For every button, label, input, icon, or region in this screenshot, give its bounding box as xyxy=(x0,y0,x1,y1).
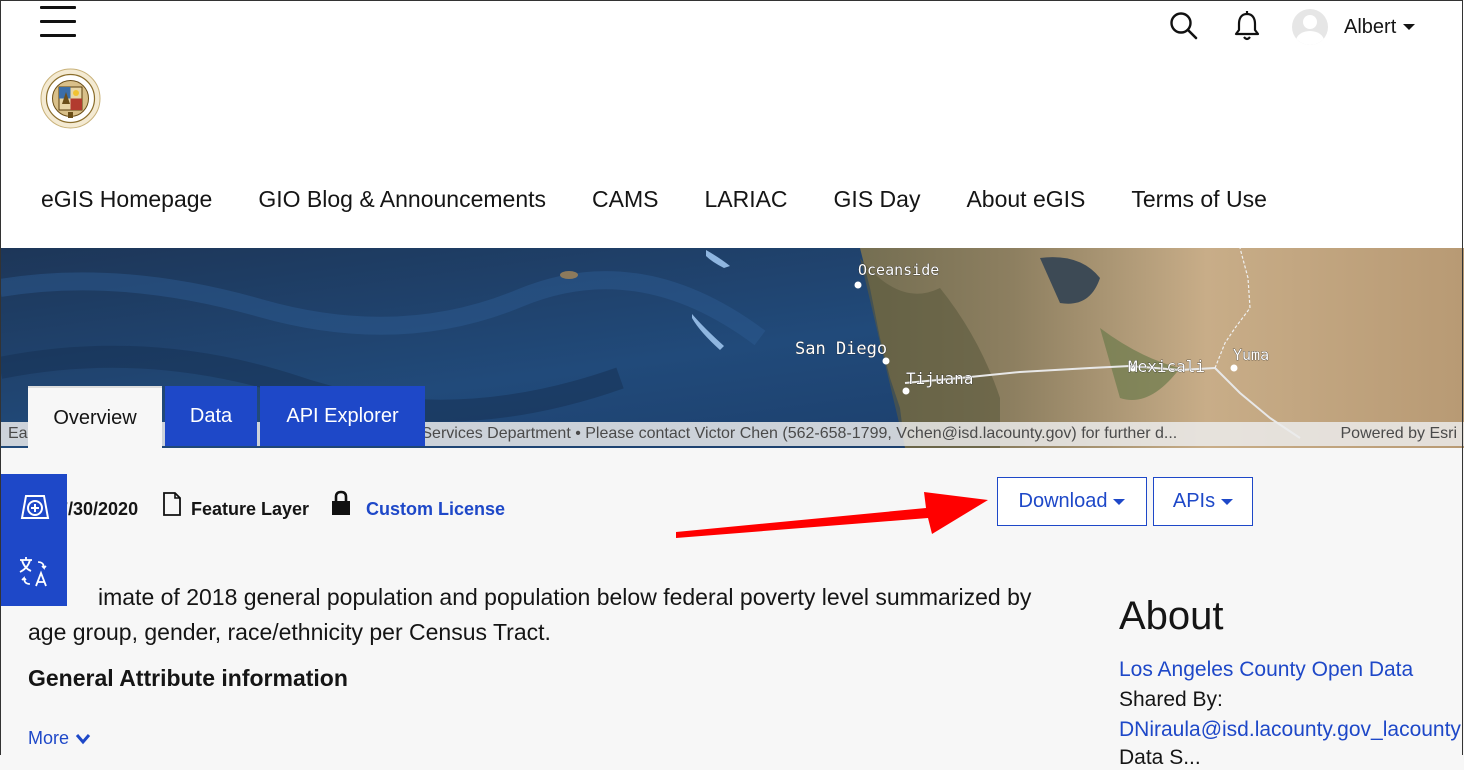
chevron-down-icon xyxy=(75,733,91,744)
chevron-down-icon xyxy=(1403,24,1416,30)
powered-by-esri[interactable]: Powered by Esri xyxy=(1341,422,1458,446)
avatar xyxy=(1292,9,1328,45)
about-title: About xyxy=(1119,594,1224,638)
nav-about-egis[interactable]: About eGIS xyxy=(966,186,1085,213)
nav-terms-of-use[interactable]: Terms of Use xyxy=(1131,186,1266,213)
main-nav: eGIS Homepage GIO Blog & Announcements C… xyxy=(41,186,1313,213)
shared-by-user-link[interactable]: DNiraula@isd.lacounty.gov_lacounty xyxy=(1119,718,1461,742)
chevron-down-icon xyxy=(1221,498,1234,505)
side-toolbar xyxy=(0,474,67,606)
general-attribute-heading: General Attribute information xyxy=(28,665,348,691)
nav-egis-homepage[interactable]: eGIS Homepage xyxy=(41,186,212,213)
translate-icon[interactable] xyxy=(14,552,54,592)
nav-gis-day[interactable]: GIS Day xyxy=(834,186,921,213)
more-link-label: More xyxy=(28,728,70,748)
chevron-down-icon xyxy=(1113,498,1126,505)
more-link[interactable]: More xyxy=(28,728,91,749)
map-label-san-diego: San Diego xyxy=(795,339,887,359)
about-org-link[interactable]: Los Angeles County Open Data xyxy=(1119,658,1413,682)
county-seal-logo[interactable] xyxy=(40,68,101,129)
apis-button[interactable]: APIs xyxy=(1153,477,1253,526)
nav-lariac[interactable]: LARIAC xyxy=(704,186,787,213)
add-to-map-icon[interactable] xyxy=(14,488,54,528)
tab-overview[interactable]: Overview xyxy=(28,386,162,448)
item-type: Feature Layer xyxy=(191,499,310,519)
description-line-1: imate of 2018 general population and pop… xyxy=(98,584,1032,610)
hamburger-menu-icon[interactable] xyxy=(40,6,76,40)
annotation-arrow xyxy=(670,488,1000,548)
nav-gio-blog[interactable]: GIO Blog & Announcements xyxy=(258,186,546,213)
search-icon[interactable] xyxy=(1168,10,1200,42)
description-line-2: age group, gender, race/ethnicity per Ce… xyxy=(28,619,551,645)
lock-icon xyxy=(331,490,351,516)
download-button-label: Download xyxy=(1018,490,1108,512)
apis-button-label: APIs xyxy=(1172,490,1216,512)
about-next-label: Data S... xyxy=(1119,746,1201,769)
document-icon xyxy=(162,491,182,517)
site-header: Albert eGIS Homepage GIO Blog & Announce… xyxy=(0,0,1464,248)
updated-date: 7/30/2020 xyxy=(58,499,139,519)
download-button[interactable]: Download xyxy=(997,477,1147,526)
user-name: Albert xyxy=(1344,15,1397,38)
notifications-bell-icon[interactable] xyxy=(1232,10,1262,42)
user-menu[interactable]: Albert xyxy=(1292,8,1416,46)
custom-license-link[interactable]: Custom License xyxy=(366,499,505,520)
tab-data[interactable]: Data xyxy=(165,386,257,446)
description: imate of 2018 general population and pop… xyxy=(28,580,1068,650)
map-label-tijuana: Tijuana xyxy=(906,369,973,388)
map-label-yuma: Yuma xyxy=(1233,346,1269,364)
tab-api-explorer[interactable]: API Explorer xyxy=(260,386,425,446)
map-label-mexicali: Mexicali xyxy=(1128,357,1205,376)
map-label-oceanside: Oceanside xyxy=(858,261,939,279)
shared-by-label: Shared By: xyxy=(1119,688,1223,711)
nav-cams[interactable]: CAMS xyxy=(592,186,658,213)
